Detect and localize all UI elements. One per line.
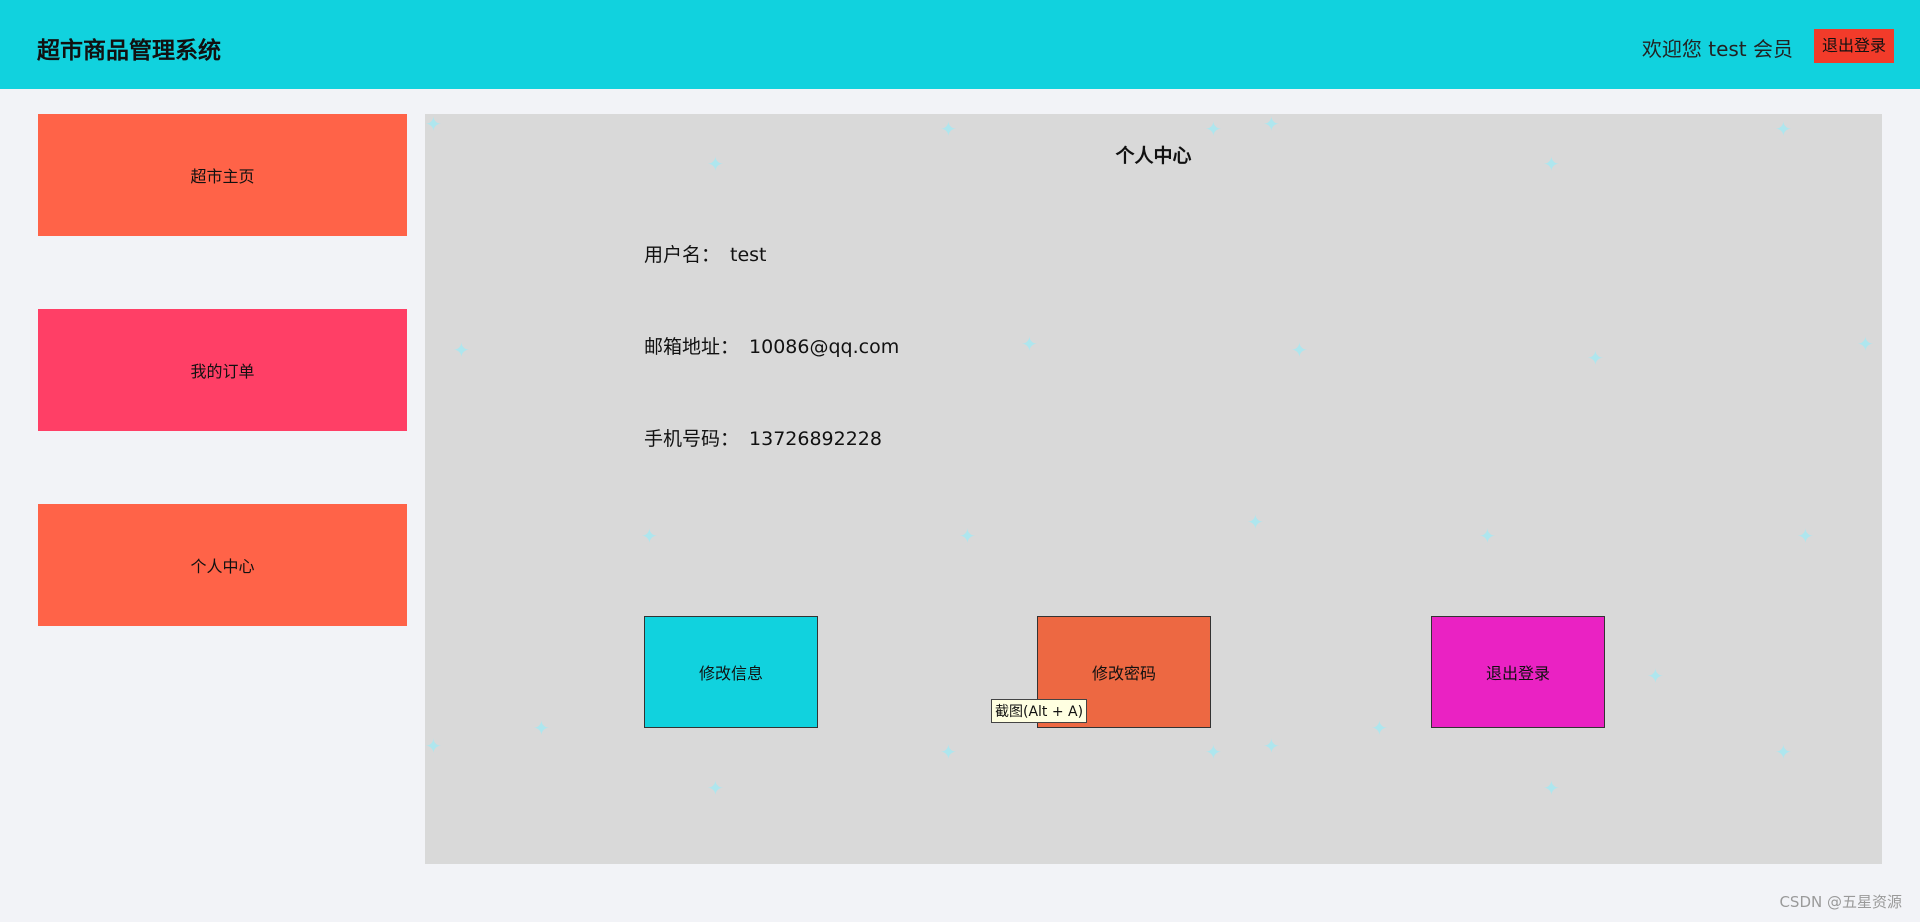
top-header: 超市商品管理系统 欢迎您 test 会员 退出登录	[0, 0, 1920, 89]
phone-label: 手机号码：	[644, 428, 740, 450]
sidebar-item-home[interactable]: 超市主页	[38, 114, 407, 236]
sparkle-icon: ✦	[707, 776, 724, 800]
sparkle-icon: ✦	[1857, 332, 1874, 356]
sparkle-icon: ✦	[1543, 776, 1560, 800]
header-logout-button[interactable]: 退出登录	[1814, 29, 1894, 63]
screenshot-tooltip: 截图(Alt + A)	[991, 699, 1088, 723]
profile-panel: ✦ ✦ ✦ ✦ ✦ ✦ ✦ ✦ ✦ ✦ ✦ ✦ ✦ ✦ ✦ ✦ ✦ ✦ ✦ ✦ …	[425, 114, 1882, 864]
sparkle-icon: ✦	[1479, 524, 1496, 548]
sparkle-icon: ✦	[1247, 510, 1264, 534]
sparkle-icon: ✦	[1263, 734, 1280, 758]
email-label: 邮箱地址：	[644, 336, 740, 358]
username-row: 用户名： test	[644, 240, 767, 267]
sparkle-icon: ✦	[641, 524, 658, 548]
username-value: test	[730, 244, 767, 266]
sparkle-icon: ✦	[1775, 117, 1792, 141]
sparkle-icon: ✦	[940, 740, 957, 764]
logout-button[interactable]: 退出登录	[1431, 616, 1605, 728]
sparkle-icon: ✦	[1263, 114, 1280, 136]
sidebar-item-profile[interactable]: 个人中心	[38, 504, 407, 626]
sparkle-icon: ✦	[959, 524, 976, 548]
sparkle-icon: ✦	[453, 338, 470, 362]
sidebar-item-label: 个人中心	[190, 557, 255, 576]
username-label: 用户名：	[644, 244, 721, 266]
sidebar-item-label: 超市主页	[190, 167, 255, 186]
sparkle-icon: ✦	[940, 117, 957, 141]
sparkle-icon: ✦	[1647, 664, 1664, 688]
edit-info-button[interactable]: 修改信息	[644, 616, 818, 728]
page-title: 个人中心	[1115, 145, 1192, 167]
sparkle-icon: ✦	[425, 114, 442, 136]
sidebar-item-orders[interactable]: 我的订单	[38, 309, 407, 431]
sparkle-icon: ✦	[1205, 117, 1222, 141]
sparkle-icon: ✦	[1021, 332, 1038, 356]
app-title: 超市商品管理系统	[37, 38, 221, 64]
email-row: 邮箱地址： 10086@qq.com	[644, 332, 899, 359]
sparkle-icon: ✦	[533, 716, 550, 740]
sparkle-icon: ✦	[1371, 716, 1388, 740]
email-value: 10086@qq.com	[749, 336, 900, 358]
sparkle-icon: ✦	[1205, 740, 1222, 764]
sparkle-icon: ✦	[1291, 338, 1308, 362]
welcome-text: 欢迎您 test 会员	[1641, 37, 1793, 61]
phone-value: 13726892228	[749, 428, 882, 450]
sparkle-icon: ✦	[1775, 740, 1792, 764]
sparkle-icon: ✦	[1797, 524, 1814, 548]
watermark: CSDN @五星资源	[1779, 893, 1902, 911]
phone-row: 手机号码： 13726892228	[644, 424, 882, 451]
sparkle-icon: ✦	[425, 734, 442, 758]
sidebar-item-label: 我的订单	[190, 362, 255, 381]
sparkle-icon: ✦	[1587, 346, 1604, 370]
